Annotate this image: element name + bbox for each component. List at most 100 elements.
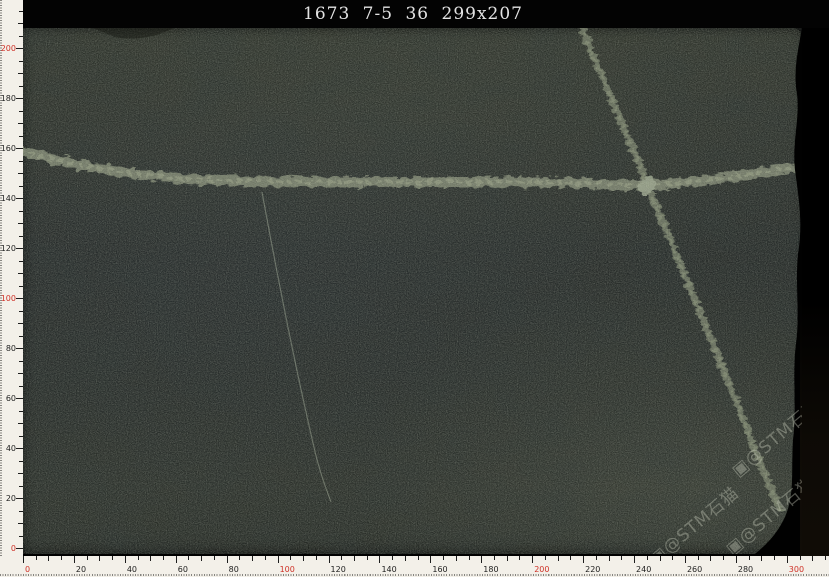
ruler-tick — [698, 556, 699, 560]
ruler-tick — [19, 511, 23, 512]
ruler-tick — [660, 556, 661, 561]
ruler-label: 40 — [0, 444, 16, 453]
ruler-label: 160 — [0, 144, 16, 153]
ruler-label: 200 — [0, 44, 16, 53]
ruler-tick — [19, 236, 23, 237]
ruler-label: 300 — [789, 565, 804, 574]
ruler-tick — [176, 556, 177, 563]
ruler-tick — [18, 123, 23, 124]
ruler-tick — [329, 556, 330, 563]
ruler-tick — [19, 386, 23, 387]
ruler-tick — [558, 556, 559, 561]
ruler-label: 260 — [687, 565, 702, 574]
ruler-tick — [19, 11, 23, 12]
ruler-tick — [812, 556, 813, 561]
ruler-tick — [316, 556, 317, 560]
ruler-label: 100 — [0, 294, 16, 303]
ruler-tick — [150, 556, 151, 561]
ruler-tick — [761, 556, 762, 561]
ruler-tick — [239, 556, 240, 560]
ruler-tick — [252, 556, 253, 561]
ruler-tick — [469, 556, 470, 560]
ruler-tick — [19, 136, 23, 137]
ruler-tick — [18, 173, 23, 174]
ruler-tick — [647, 556, 648, 560]
ruler-label: 160 — [432, 565, 447, 574]
ruler-tick — [16, 98, 23, 99]
ruler-label: 60 — [0, 394, 16, 403]
ruler-label: 180 — [483, 565, 498, 574]
ruler-tick — [825, 556, 826, 560]
ruler-label: 140 — [381, 565, 396, 574]
ruler-tick — [16, 48, 23, 49]
ruler-tick — [405, 556, 406, 561]
ruler-tick — [87, 556, 88, 560]
ruler-tick — [723, 556, 724, 560]
ruler-tick — [16, 298, 23, 299]
ruler-label: 280 — [738, 565, 753, 574]
ruler-tick — [494, 556, 495, 560]
ruler-label: 20 — [76, 565, 86, 574]
ruler-tick — [19, 86, 23, 87]
ruler-tick — [19, 411, 23, 412]
ruler-tick — [18, 373, 23, 374]
ruler-label: 140 — [0, 194, 16, 203]
ruler-tick — [16, 398, 23, 399]
ruler-tick — [19, 286, 23, 287]
ruler-tick — [99, 556, 100, 561]
ruler-tick — [392, 556, 393, 560]
ruler-label: 0 — [25, 565, 30, 574]
ruler-tick — [19, 311, 23, 312]
ruler-tick — [16, 448, 23, 449]
ruler-label: 220 — [585, 565, 600, 574]
ruler-tick — [774, 556, 775, 560]
ruler-tick — [188, 556, 189, 560]
ruler-tick — [545, 556, 546, 560]
ruler-tick — [19, 111, 23, 112]
ruler-tick — [736, 556, 737, 563]
ruler-tick — [227, 556, 228, 563]
ruler-tick — [18, 23, 23, 24]
ruler-tick — [507, 556, 508, 561]
ruler-tick — [634, 556, 635, 563]
ruler-tick — [18, 473, 23, 474]
ruler-horizontal: 0204060801001201401601802002202402602803… — [0, 556, 829, 577]
ruler-tick — [787, 556, 788, 563]
stone-texture-svg: ▣@STM石猫 ▣@STM石猫 ▣@STM石猫 — [23, 28, 802, 554]
ruler-tick — [278, 556, 279, 563]
ruler-tick — [74, 556, 75, 563]
ruler-tick — [16, 498, 23, 499]
ruler-tick — [19, 486, 23, 487]
ruler-tick — [23, 556, 24, 563]
ruler-tick — [19, 261, 23, 262]
ruler-tick — [19, 61, 23, 62]
ruler-label: 120 — [0, 244, 16, 253]
ruler-tick — [621, 556, 622, 560]
stone-scan-viewer: ▣@STM石猫 ▣@STM石猫 ▣@STM石猫 1673 7-5 36 299x… — [0, 0, 829, 577]
ruler-tick — [19, 536, 23, 537]
ruler-tick — [214, 556, 215, 560]
ruler-tick — [18, 423, 23, 424]
ruler-tick — [18, 73, 23, 74]
ruler-tick — [16, 348, 23, 349]
ruler-tick — [19, 186, 23, 187]
ruler-horizontal-dots — [0, 574, 829, 576]
ruler-tick — [18, 273, 23, 274]
ruler-tick — [430, 556, 431, 563]
ruler-label: 40 — [127, 565, 137, 574]
ruler-tick — [201, 556, 202, 561]
ruler-tick — [36, 556, 37, 560]
ruler-tick — [519, 556, 520, 560]
ruler-label: 120 — [331, 565, 346, 574]
ruler-tick — [19, 211, 23, 212]
ruler-tick — [19, 161, 23, 162]
ruler-tick — [367, 556, 368, 560]
ruler-tick — [16, 198, 23, 199]
ruler-tick — [456, 556, 457, 561]
ruler-tick — [16, 148, 23, 149]
ruler-tick — [672, 556, 673, 560]
right-margin-shadow — [800, 300, 829, 556]
ruler-tick — [685, 556, 686, 563]
ruler-tick — [341, 556, 342, 560]
ruler-label: 0 — [0, 544, 16, 553]
